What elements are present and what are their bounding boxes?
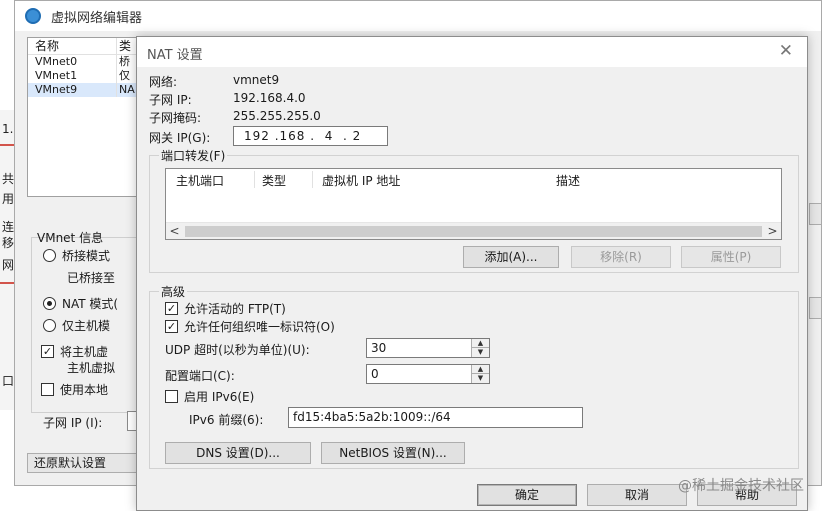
cancel-button[interactable]: 取消 (587, 484, 687, 506)
checkbox-empty (41, 383, 54, 396)
back-window-titlebar: 虚拟网络编辑器 (15, 1, 821, 31)
edge-text: 用 (2, 192, 15, 206)
host-virtual-label: 主机虚拟 (67, 361, 116, 375)
nat-dialog-title: NAT 设置 (147, 48, 203, 63)
spinner-buttons[interactable]: ▲ ▼ (471, 339, 489, 357)
allow-active-ftp-checkbox[interactable]: ✓ 允许活动的 FTP(T) (165, 300, 286, 317)
column-header-description[interactable]: 描述 (556, 172, 580, 189)
column-divider[interactable] (254, 171, 255, 188)
gateway-ip-label: 网关 IP(G): (149, 131, 211, 145)
column-divider[interactable] (312, 171, 313, 188)
edge-text: 网 (2, 258, 15, 272)
network-name: VMnet0 (35, 55, 78, 68)
enable-ipv6-label: 启用 IPv6(E) (184, 390, 255, 404)
network-value: vmnet9 (233, 73, 280, 87)
radio-indicator (43, 297, 56, 310)
dns-settings-button[interactable]: DNS 设置(D)... (165, 442, 311, 464)
remove-button[interactable]: 移除(R) (571, 246, 671, 268)
properties-button[interactable]: 属性(P) (681, 246, 781, 268)
udp-timeout-spinner[interactable]: 30 ▲ ▼ (366, 338, 490, 358)
ok-button[interactable]: 确定 (477, 484, 577, 506)
subnet-mask-label: 子网掩码: (149, 111, 202, 125)
subnet-ip-label: 子网 IP (I): (43, 416, 103, 430)
watermark-text: @稀土掘金技术社区 (678, 478, 804, 494)
ipv6-prefix-input[interactable]: fd15:4ba5:5a2b:1009::/64 (288, 407, 583, 428)
column-header-name[interactable]: 名称 (28, 38, 116, 54)
connect-host-label: 将主机虚 (60, 345, 109, 359)
nat-dialog-titlebar: NAT 设置 ✕ (137, 37, 807, 67)
netbios-settings-button[interactable]: NetBIOS 设置(N)... (321, 442, 465, 464)
host-only-radio[interactable]: 仅主机模 (43, 317, 110, 334)
radio-indicator (43, 249, 56, 262)
bridged-mode-radio[interactable]: 桥接模式 (43, 247, 110, 264)
scroll-left-icon[interactable]: < (166, 223, 183, 240)
column-header-type[interactable]: 类型 (262, 172, 286, 189)
edge-text: 连 (2, 220, 15, 234)
check-icon: ✓ (41, 345, 54, 358)
checkbox-empty (165, 390, 178, 403)
column-header-host-port[interactable]: 主机端口 (176, 172, 224, 189)
host-only-label: 仅主机模 (62, 319, 111, 333)
port-forwarding-label: 端口转发(F) (159, 147, 228, 164)
network-globe-icon (25, 8, 41, 24)
allow-any-oui-label: 允许任何组织唯一标识符(O) (184, 320, 335, 334)
ipv6-prefix-label: IPv6 前缀(6): (189, 413, 264, 427)
udp-timeout-value: 30 (371, 341, 387, 355)
allow-any-oui-checkbox[interactable]: ✓ 允许任何组织唯一标识符(O) (165, 318, 335, 335)
network-name: VMnet9 (35, 83, 78, 96)
nat-mode-radio[interactable]: NAT 模式( (43, 295, 118, 312)
udp-timeout-label: UDP 超时(以秒为单位)(U): (165, 343, 310, 357)
edge-text: 共 (2, 172, 15, 186)
allow-active-ftp-label: 允许活动的 FTP(T) (184, 302, 286, 316)
subnet-mask-value: 255.255.255.0 (233, 109, 321, 123)
network-label: 网络: (149, 75, 178, 89)
edge-text: 口 (2, 374, 15, 388)
spin-up-icon[interactable]: ▲ (472, 365, 489, 374)
spin-down-icon[interactable]: ▼ (472, 374, 489, 383)
horizontal-scrollbar[interactable]: < > (166, 222, 781, 239)
config-port-label: 配置端口(C): (165, 369, 235, 383)
nat-mode-label: NAT 模式( (62, 297, 119, 311)
scroll-right-icon[interactable]: > (764, 223, 781, 240)
radio-indicator (43, 319, 56, 332)
network-name: VMnet1 (35, 69, 78, 82)
add-button[interactable]: 添加(A)... (463, 246, 559, 268)
check-icon: ✓ (165, 302, 178, 315)
close-icon[interactable]: ✕ (779, 41, 793, 61)
enable-ipv6-checkbox[interactable]: 启用 IPv6(E) (165, 388, 254, 405)
gateway-ip-input[interactable]: 192 .168 . 4 . 2 (233, 126, 388, 146)
advanced-label: 高级 (159, 283, 188, 300)
back-window-button[interactable] (809, 203, 821, 225)
back-window-title: 虚拟网络编辑器 (51, 10, 143, 26)
subnet-ip-label: 子网 IP: (149, 93, 192, 107)
use-local-dhcp-checkbox[interactable]: 使用本地 (41, 381, 108, 398)
edge-text: 移 (2, 236, 15, 250)
edge-text: 1. (2, 122, 14, 136)
column-header-vm-ip[interactable]: 虚拟机 IP 地址 (322, 172, 400, 189)
bridged-to-label: 已桥接至 (67, 271, 116, 285)
back-window-button[interactable] (809, 297, 821, 319)
nat-settings-dialog: NAT 设置 ✕ 网络: vmnet9 子网 IP: 192.168.4.0 子… (136, 36, 808, 511)
subnet-ip-value: 192.168.4.0 (233, 91, 306, 105)
scrollbar-thumb[interactable] (185, 226, 762, 237)
bridged-mode-label: 桥接模式 (62, 249, 111, 263)
config-port-value: 0 (371, 367, 379, 381)
use-local-label: 使用本地 (60, 383, 109, 397)
spin-up-icon[interactable]: ▲ (472, 339, 489, 348)
spinner-buttons[interactable]: ▲ ▼ (471, 365, 489, 383)
port-forwarding-list[interactable]: 主机端口 类型 虚拟机 IP 地址 描述 < > (165, 168, 782, 240)
check-icon: ✓ (165, 320, 178, 333)
restore-defaults-button[interactable]: 还原默认设置 (27, 453, 151, 473)
config-port-spinner[interactable]: 0 ▲ ▼ (366, 364, 490, 384)
vmnet-info-label: VMnet 信息 (37, 231, 104, 245)
connect-host-adapter-checkbox[interactable]: ✓ 将主机虚 (41, 343, 108, 360)
spin-down-icon[interactable]: ▼ (472, 348, 489, 357)
